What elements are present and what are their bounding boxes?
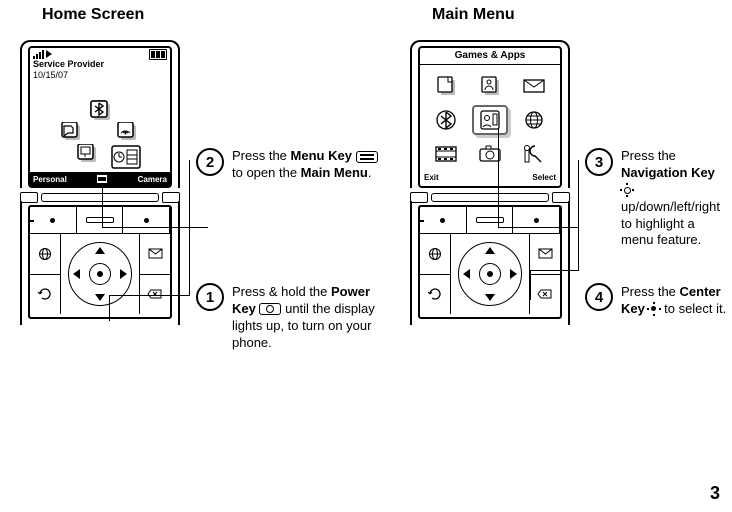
addressbook-icon	[472, 71, 508, 101]
file-icon	[428, 71, 464, 101]
center-key-icon	[89, 263, 111, 285]
softkey-right: Camera	[138, 175, 167, 184]
callout-1: Press & hold the Power Key until the dis…	[232, 284, 392, 352]
signal-icon	[33, 50, 44, 59]
page-number: 3	[710, 483, 720, 504]
globe-icon	[516, 105, 552, 135]
step-number-3: 3	[585, 148, 613, 176]
dpad	[61, 234, 139, 314]
step-number-4: 4	[585, 283, 613, 311]
arrow-icon	[46, 50, 52, 58]
talk-icon	[60, 122, 82, 140]
menu-key-icon	[356, 151, 378, 163]
date-label: 10/15/07	[30, 70, 170, 80]
heading-home-screen: Home Screen	[42, 6, 144, 24]
center-key-icon	[648, 303, 660, 315]
delete-icon	[140, 274, 170, 315]
envelope-icon	[140, 234, 170, 274]
dot-icon	[50, 218, 55, 223]
keypad	[20, 201, 180, 325]
callout-4: Press the Center Key to select it.	[621, 284, 729, 318]
arrow-right-icon	[120, 269, 127, 279]
service-provider-label: Service Provider	[30, 60, 170, 70]
clock-icon	[110, 144, 142, 170]
arrow-down-icon	[95, 294, 105, 301]
softkey-bar: Exit Select	[422, 170, 558, 184]
keypad	[410, 201, 570, 325]
phone-mainmenu: Games & Apps Exit Select	[410, 40, 570, 325]
arrow-up-icon	[95, 247, 105, 254]
bluetooth-icon	[88, 100, 110, 118]
menu-key-icon	[86, 217, 114, 223]
bluetooth-icon	[428, 105, 464, 135]
camera-icon	[472, 139, 508, 169]
step-number-1: 1	[196, 283, 224, 311]
back-icon	[30, 274, 60, 315]
arrow-left-icon	[73, 269, 80, 279]
softkey-bar: Personal Camera	[30, 172, 170, 186]
envelope-icon	[516, 71, 552, 101]
mainmenu-title: Games & Apps	[420, 48, 560, 65]
film-icon	[428, 139, 464, 169]
phone-home: Service Provider 10/15/07	[20, 40, 180, 325]
power-key-icon	[259, 303, 281, 315]
menu-icon	[97, 175, 107, 183]
mainmenu-screen: Games & Apps Exit Select	[418, 46, 562, 188]
tools-icon	[516, 139, 552, 169]
navigation-key-icon	[621, 184, 633, 196]
softkey-right: Select	[532, 173, 556, 182]
globe-icon	[30, 234, 60, 274]
softkey-left: Exit	[424, 173, 439, 182]
heading-main-menu: Main Menu	[432, 6, 515, 24]
battery-icon	[149, 49, 167, 60]
wifi-icon	[116, 122, 138, 140]
phonebook-icon	[472, 105, 508, 135]
home-screen: Service Provider 10/15/07	[28, 46, 172, 188]
callout-3: Press the Navigation Key up/down/left/ri…	[621, 148, 729, 249]
step-number-2: 2	[196, 148, 224, 176]
softkey-left: Personal	[33, 175, 67, 184]
callout-2: Press the Menu Key to open the Main Menu…	[232, 148, 392, 182]
apps-icon	[76, 144, 98, 162]
dot-icon	[144, 218, 149, 223]
